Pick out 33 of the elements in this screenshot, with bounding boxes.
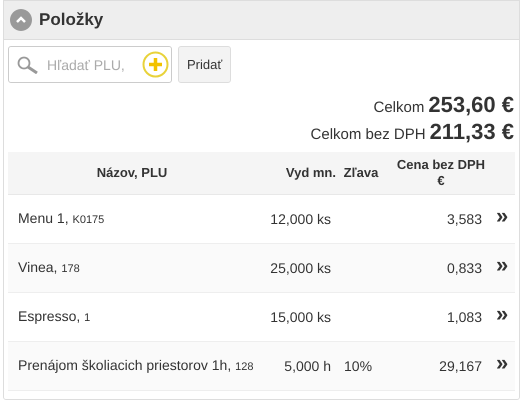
add-icon[interactable] [142, 51, 169, 78]
total-label: Celkom [374, 98, 424, 118]
add-button[interactable]: Pridať [178, 46, 232, 83]
panel-title: Položky [39, 9, 104, 32]
detail-button[interactable]: » [496, 303, 508, 325]
table-cell-text: 3,583 [446, 210, 482, 228]
item-name: Menu 1, K0175 [17, 209, 106, 228]
detail-button[interactable]: » [496, 205, 508, 227]
detail-button[interactable]: » [496, 352, 508, 374]
column-header: Názov, PLU [96, 164, 168, 182]
detail-button[interactable]: » [496, 254, 508, 276]
table-cell-text: 15,000 ks [269, 308, 331, 326]
total-label: Celkom bez DPH [310, 125, 426, 145]
item-name: Espresso, 1 [17, 307, 92, 326]
table-cell-text: 5,000 h [283, 356, 331, 376]
table-cell: 10% [344, 358, 372, 374]
total-value: 253,60 € [428, 93, 514, 117]
table-row[interactable]: Vinea, 178 25,000 ks 0,833 » [8, 244, 515, 293]
search-field[interactable]: Hľadať PLU, [8, 46, 172, 83]
table-cell-text: 12,000 ks [269, 210, 331, 228]
table-cell-text: 29,167 [438, 356, 482, 376]
item-name: Prenájom školiacich priestorov 1h, 128 [17, 356, 254, 375]
column-header: Vyd mn. [284, 164, 336, 182]
total-value: 211,33 € [430, 120, 514, 144]
column-header: Zľava [342, 164, 380, 182]
search-icon [17, 56, 39, 74]
table-cell-text: 1,083 [446, 308, 482, 326]
table-row[interactable]: Prenájom školiacich priestorov 1h, 128 5,000 h 10% 29,167 » [8, 342, 515, 391]
table-cell-text: 25,000 ks [269, 258, 331, 278]
column-header: Cena bez DPH € [396, 157, 486, 189]
table-cell-text: 0,833 [446, 258, 482, 278]
item-name: Vinea, 178 [17, 258, 81, 277]
collapse-button[interactable] [10, 9, 32, 31]
